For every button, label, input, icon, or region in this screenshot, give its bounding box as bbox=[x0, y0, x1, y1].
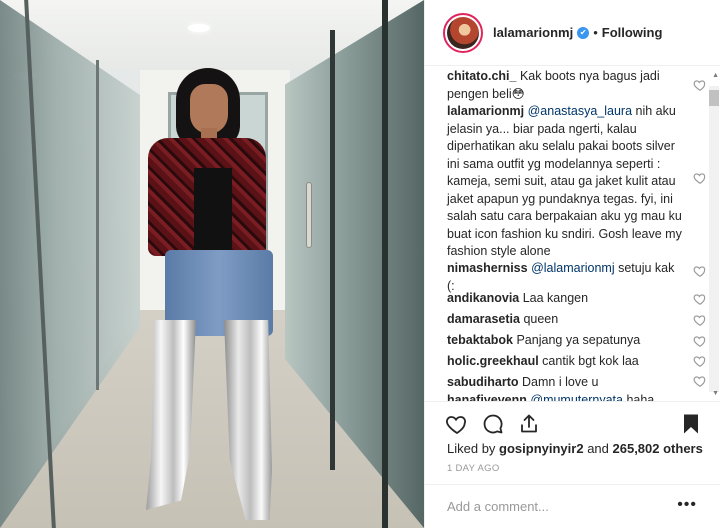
verified-badge-icon: ✔ bbox=[577, 26, 590, 39]
comment-username[interactable]: holic.greekhaul bbox=[447, 354, 539, 368]
comment-text: Panjang ya sepatunya bbox=[513, 333, 641, 347]
likes-prefix: Liked by bbox=[447, 441, 500, 456]
comment-text: cantik bgt kok laa bbox=[538, 354, 639, 368]
photo-door-handle bbox=[306, 182, 312, 248]
comment-mention-link[interactable]: @mumuternyata bbox=[530, 393, 623, 401]
comment-like-heart-icon[interactable] bbox=[693, 354, 707, 368]
more-options-icon[interactable]: ••• bbox=[677, 497, 697, 513]
comment-username[interactable]: damarasetia bbox=[447, 312, 520, 326]
comment-mention-link[interactable]: @lalamarionmj bbox=[531, 261, 615, 275]
comment-like-heart-icon[interactable] bbox=[693, 374, 707, 388]
add-comment-input[interactable] bbox=[447, 499, 667, 514]
comment-mention-link[interactable]: @anastasya_laura bbox=[528, 104, 632, 118]
comment-username[interactable]: andikanovia bbox=[447, 291, 519, 305]
header-separator: • bbox=[593, 25, 598, 40]
comment-username[interactable]: tebaktabok bbox=[447, 333, 513, 347]
comment-like-heart-icon[interactable] bbox=[693, 171, 707, 185]
avatar[interactable] bbox=[443, 12, 483, 53]
comment-icon[interactable] bbox=[481, 412, 505, 436]
following-button[interactable]: Following bbox=[602, 25, 663, 40]
comment-item: andikanovia Laa kangen bbox=[447, 290, 685, 308]
comment-text: queen bbox=[519, 312, 559, 326]
comment-username[interactable]: sabudiharto bbox=[447, 375, 519, 389]
photo-ceiling-light bbox=[188, 24, 210, 32]
add-comment-bar: ••• bbox=[425, 484, 720, 528]
photo-person-black-top bbox=[194, 168, 232, 254]
photo-person-face bbox=[190, 84, 228, 134]
photo-right-frame bbox=[330, 30, 335, 470]
likes-count-link[interactable]: 265,802 others bbox=[613, 441, 703, 456]
likes-user-link[interactable]: gosipnyinyir2 bbox=[499, 441, 584, 456]
comments-scrollbar-thumb[interactable] bbox=[709, 90, 719, 106]
comment-username[interactable]: hanafiyevenn bbox=[447, 393, 527, 401]
comment-item: tebaktabok Panjang ya sepatunya bbox=[447, 332, 685, 350]
scroll-down-arrow-icon[interactable]: ▼ bbox=[712, 390, 719, 397]
post-side-panel: lalamarionmj ✔ • Following chitato.chi_ … bbox=[424, 0, 720, 528]
comment-item: lalamarionmj @anastasya_laura nih aku je… bbox=[447, 103, 685, 261]
post-timestamp[interactable]: 1 DAY AGO bbox=[447, 463, 500, 474]
comment-like-heart-icon[interactable] bbox=[693, 292, 707, 306]
comment-item: holic.greekhaul cantik bgt kok laa bbox=[447, 353, 685, 371]
post-actions-bar bbox=[425, 402, 720, 442]
comment-like-heart-icon[interactable] bbox=[693, 313, 707, 327]
likes-middle: and bbox=[583, 441, 613, 456]
comment-username[interactable]: chitato.chi_ bbox=[447, 69, 516, 83]
comment-item: damarasetia queen bbox=[447, 311, 685, 329]
scroll-up-arrow-icon[interactable]: ▲ bbox=[712, 72, 719, 79]
heart-icon[interactable] bbox=[445, 412, 469, 436]
comments-scrollbar-track[interactable] bbox=[709, 86, 719, 392]
comment-text: haha bbox=[622, 393, 655, 402]
share-icon[interactable] bbox=[517, 412, 541, 436]
comment-like-heart-icon[interactable] bbox=[693, 264, 707, 278]
comment-item: sabudiharto Damn i love u bbox=[447, 374, 685, 392]
comments-list[interactable]: chitato.chi_ Kak boots nya bagus jadi pe… bbox=[425, 66, 720, 402]
comment-like-heart-icon[interactable] bbox=[693, 78, 707, 92]
comment-item: hanafiyevenn @mumuternyata haha bbox=[447, 392, 685, 402]
comment-username[interactable]: lalamarionmj bbox=[447, 104, 524, 118]
bookmark-icon[interactable] bbox=[679, 412, 703, 436]
likes-summary: Liked by gosipnyinyir2 and 265,802 other… bbox=[447, 441, 703, 456]
post-header: lalamarionmj ✔ • Following bbox=[425, 0, 720, 66]
avatar-image bbox=[447, 16, 479, 49]
emoji-flushed-face: 😳 bbox=[511, 86, 525, 101]
post-photo[interactable] bbox=[0, 0, 424, 528]
header-username[interactable]: lalamarionmj bbox=[493, 25, 573, 40]
comment-username[interactable]: nimasherniss bbox=[447, 261, 528, 275]
comment-text: Laa kangen bbox=[519, 291, 589, 305]
comment-like-heart-icon[interactable] bbox=[693, 334, 707, 348]
photo-right-frame bbox=[382, 0, 388, 528]
comment-text: Damn i love u bbox=[518, 375, 599, 389]
photo-left-frame bbox=[96, 60, 99, 390]
comment-text: nih aku jelasin ya... biar pada ngerti, … bbox=[447, 104, 682, 258]
comment-item: chitato.chi_ Kak boots nya bagus jadi pe… bbox=[447, 68, 685, 103]
post-container: lalamarionmj ✔ • Following chitato.chi_ … bbox=[0, 0, 720, 528]
